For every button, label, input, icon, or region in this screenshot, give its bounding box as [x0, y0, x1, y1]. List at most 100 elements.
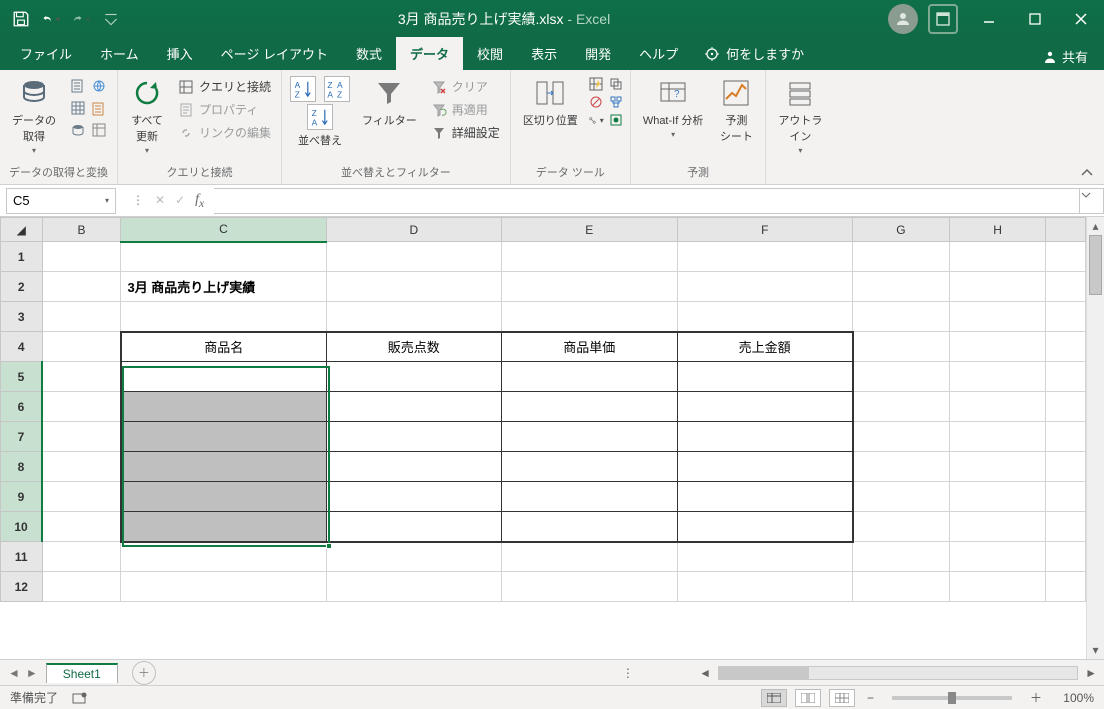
close-button[interactable]	[1058, 0, 1104, 38]
row-header[interactable]: 12	[1, 572, 43, 602]
col-header[interactable]: F	[677, 218, 853, 242]
grid[interactable]: ◢ B C D E F G H 1 2 3月 商品売り上げ実績 3 4 商品名 販…	[0, 217, 1086, 602]
cell-title[interactable]: 3月 商品売り上げ実績	[121, 272, 326, 302]
from-table-range-icon[interactable]	[66, 98, 111, 118]
page-break-view-button[interactable]	[829, 689, 855, 707]
relationships-icon[interactable]	[588, 112, 604, 128]
tab-page-layout[interactable]: ページ レイアウト	[207, 37, 342, 70]
horizontal-scrollbar[interactable]: ◄ ►	[637, 666, 1104, 680]
from-text-csv-icon[interactable]	[66, 76, 111, 96]
cell-header[interactable]: 商品名	[121, 332, 326, 362]
row-header[interactable]: 1	[1, 242, 43, 272]
queries-connections-btn[interactable]: クエリと接続	[174, 76, 275, 97]
page-layout-view-button[interactable]	[795, 689, 821, 707]
options-icon[interactable]: ⋮	[132, 193, 145, 207]
outline-button[interactable]: アウトラ イン ▾	[772, 74, 828, 157]
zoom-in-button[interactable]: ＋	[1026, 689, 1046, 706]
tab-view[interactable]: 表示	[517, 37, 571, 70]
select-all-corner[interactable]: ◢	[1, 218, 43, 242]
tab-file[interactable]: ファイル	[6, 37, 86, 70]
scroll-thumb[interactable]	[1089, 235, 1102, 295]
scroll-down-icon[interactable]: ▾	[1087, 641, 1104, 659]
cell[interactable]	[121, 452, 326, 482]
col-header[interactable]: C	[121, 218, 326, 242]
cell-header[interactable]: 販売点数	[326, 332, 502, 362]
row-header[interactable]: 10	[1, 512, 43, 542]
vertical-scrollbar[interactable]: ▴ ▾	[1086, 217, 1104, 659]
tab-split-handle[interactable]: ⋮	[619, 666, 637, 680]
redo-icon[interactable]	[72, 10, 90, 28]
new-sheet-button[interactable]: ＋	[132, 661, 156, 685]
recent-sources-icon[interactable]	[66, 120, 111, 140]
tell-me[interactable]: 何をしますか	[692, 37, 816, 70]
cell[interactable]	[121, 422, 326, 452]
save-icon[interactable]	[12, 10, 30, 28]
get-data-button[interactable]: データの 取得 ▾	[6, 74, 62, 157]
fx-icon[interactable]: fx	[195, 192, 204, 210]
zoom-out-button[interactable]: −	[863, 691, 878, 705]
tab-data[interactable]: データ	[396, 37, 463, 70]
col-header[interactable]	[1046, 218, 1086, 242]
row-header[interactable]: 9	[1, 482, 43, 512]
undo-icon[interactable]	[42, 10, 60, 28]
row-header[interactable]: 3	[1, 302, 43, 332]
account-avatar[interactable]	[888, 4, 918, 34]
normal-view-button[interactable]	[761, 689, 787, 707]
data-validation-icon[interactable]	[588, 94, 604, 110]
scroll-left-icon[interactable]: ◄	[696, 666, 714, 680]
row-header[interactable]: 5	[1, 362, 43, 392]
scroll-up-icon[interactable]: ▴	[1087, 217, 1104, 235]
cell[interactable]	[121, 482, 326, 512]
tab-review[interactable]: 校閲	[463, 37, 517, 70]
refresh-all-button[interactable]: すべて 更新 ▾	[124, 74, 170, 157]
tab-help[interactable]: ヘルプ	[625, 37, 692, 70]
tab-home[interactable]: ホーム	[86, 37, 153, 70]
row-header[interactable]: 8	[1, 452, 43, 482]
macro-record-icon[interactable]	[72, 691, 88, 705]
cell[interactable]	[121, 392, 326, 422]
remove-duplicates-icon[interactable]	[608, 76, 624, 92]
formula-input[interactable]	[214, 188, 1080, 214]
cell[interactable]	[121, 512, 326, 542]
row-header[interactable]: 11	[1, 542, 43, 572]
text-to-columns-button[interactable]: 区切り位置	[517, 74, 584, 130]
manage-data-model-icon[interactable]	[608, 112, 624, 128]
filter-button[interactable]: フィルター	[356, 74, 423, 130]
row-header[interactable]: 7	[1, 422, 43, 452]
ribbon-display-options[interactable]	[928, 4, 958, 34]
forecast-sheet-button[interactable]: 予測 シート	[713, 74, 759, 146]
enter-icon[interactable]: ✓	[175, 193, 185, 207]
name-box[interactable]: C5 ▾	[6, 188, 116, 214]
sheet-tab[interactable]: Sheet1	[46, 663, 118, 683]
zoom-level[interactable]: 100%	[1054, 691, 1094, 705]
tab-insert[interactable]: 挿入	[153, 37, 207, 70]
tab-scroll-right-icon[interactable]: ►	[26, 666, 38, 680]
col-header[interactable]: G	[853, 218, 950, 242]
flash-fill-icon[interactable]	[588, 76, 604, 92]
sort-dialog-button[interactable]: ZAAZ	[322, 76, 352, 102]
cancel-icon[interactable]: ✕	[155, 193, 165, 207]
col-header[interactable]: E	[502, 218, 678, 242]
collapse-ribbon-icon[interactable]	[1080, 166, 1104, 184]
scroll-thumb[interactable]	[719, 667, 809, 679]
row-header[interactable]: 6	[1, 392, 43, 422]
col-header[interactable]: D	[326, 218, 502, 242]
sort-za-button[interactable]: ZA並べ替え	[288, 104, 352, 148]
tab-scroll-left-icon[interactable]: ◄	[8, 666, 20, 680]
col-header[interactable]: H	[949, 218, 1046, 242]
qat-customize-icon[interactable]	[102, 10, 120, 28]
tab-formulas[interactable]: 数式	[342, 37, 396, 70]
cell-header[interactable]: 商品単価	[502, 332, 678, 362]
row-header[interactable]: 2	[1, 272, 43, 302]
consolidate-icon[interactable]	[608, 94, 624, 110]
cell[interactable]	[121, 362, 326, 392]
col-header[interactable]: B	[42, 218, 121, 242]
row-header[interactable]: 4	[1, 332, 43, 362]
zoom-slider[interactable]	[892, 696, 1012, 700]
expand-formula-bar[interactable]	[1080, 188, 1104, 214]
share-button[interactable]: 共有	[1042, 47, 1104, 70]
minimize-button[interactable]	[966, 0, 1012, 38]
tab-developer[interactable]: 開発	[571, 37, 625, 70]
cell-header[interactable]: 売上金額	[677, 332, 853, 362]
scroll-right-icon[interactable]: ►	[1082, 666, 1100, 680]
